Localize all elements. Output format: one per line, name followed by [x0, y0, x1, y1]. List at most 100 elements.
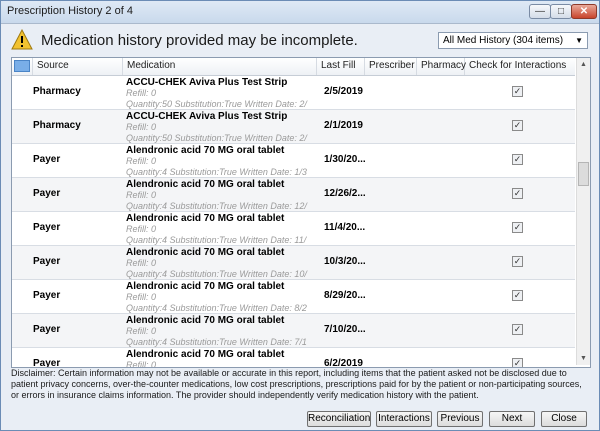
- table-row[interactable]: Payer Alendronic acid 70 MG oral tablet Re…: [12, 178, 575, 212]
- column-medication[interactable]: Medication: [123, 58, 317, 75]
- medication-details: Quantity:50 Substitution:True Written Da…: [126, 99, 307, 109]
- row-last-fill: 8/29/20...: [324, 290, 366, 301]
- interaction-checkbox[interactable]: ✓: [512, 120, 523, 131]
- table-row[interactable]: Payer Alendronic acid 70 MG oral tablet Re…: [12, 246, 575, 280]
- row-last-fill: 1/30/20...: [324, 154, 366, 165]
- close-window-button[interactable]: ✕: [571, 4, 597, 19]
- select-all-icon: [14, 60, 30, 72]
- row-medication: Alendronic acid 70 MG oral tablet Refill:…: [126, 212, 312, 246]
- row-medication: Alendronic acid 70 MG oral tablet Refill:…: [126, 314, 312, 348]
- row-last-fill: 7/10/20...: [324, 324, 366, 335]
- row-medication: Alendronic acid 70 MG oral tablet Refill:…: [126, 280, 312, 314]
- medication-details: Quantity:4 Substitution:True Written Dat…: [126, 201, 307, 211]
- medication-details: Quantity:4 Substitution:True Written Dat…: [126, 235, 307, 245]
- row-last-fill: 12/26/2...: [324, 188, 366, 199]
- column-check-interactions[interactable]: Check for Interactions: [465, 58, 575, 75]
- interactions-button[interactable]: Interactions: [376, 411, 432, 427]
- row-last-fill: 11/4/20...: [324, 222, 366, 233]
- medication-name: ACCU-CHEK Aviva Plus Test Strip: [126, 111, 288, 122]
- column-last-fill[interactable]: Last Fill: [317, 58, 365, 75]
- column-prescriber[interactable]: Prescriber: [365, 58, 417, 75]
- window-title: Prescription History 2 of 4: [7, 5, 133, 17]
- close-button[interactable]: Close: [541, 411, 587, 427]
- table-row[interactable]: Pharmacy ACCU-CHEK Aviva Plus Test Strip R…: [12, 76, 575, 110]
- chevron-down-icon: ▼: [575, 36, 583, 45]
- medication-refill: Refill: 0: [126, 326, 157, 336]
- medication-refill: Refill: 0: [126, 224, 157, 234]
- scroll-down-icon[interactable]: ▼: [577, 352, 590, 365]
- interaction-checkbox[interactable]: ✓: [512, 256, 523, 267]
- table-row[interactable]: Payer Alendronic acid 70 MG oral tablet Re…: [12, 348, 575, 368]
- disclaimer-text: Disclaimer: Certain information may not …: [11, 368, 582, 400]
- row-medication: Alendronic acid 70 MG oral tablet Refill:…: [126, 178, 312, 212]
- medication-name: Alendronic acid 70 MG oral tablet: [126, 145, 285, 156]
- row-last-fill: 2/5/2019: [324, 86, 363, 97]
- row-source: Payer: [33, 324, 61, 335]
- row-source: Payer: [33, 256, 61, 267]
- row-source: Pharmacy: [33, 120, 81, 131]
- row-source: Payer: [33, 290, 61, 301]
- medication-name: Alendronic acid 70 MG oral tablet: [126, 247, 285, 258]
- medication-refill: Refill: 0: [126, 292, 157, 302]
- minimize-button[interactable]: —: [529, 4, 551, 19]
- medication-details: Quantity:4 Substitution:True Written Dat…: [126, 269, 307, 279]
- table-row[interactable]: Payer Alendronic acid 70 MG oral tablet Re…: [12, 144, 575, 178]
- scroll-thumb[interactable]: [578, 162, 589, 186]
- row-source: Payer: [33, 222, 61, 233]
- column-pharmacy[interactable]: Pharmacy: [417, 58, 466, 75]
- select-all-header[interactable]: [12, 58, 33, 75]
- medication-details: Quantity:4 Substitution:True Written Dat…: [126, 303, 307, 313]
- min-icon: —: [535, 6, 545, 17]
- interaction-checkbox[interactable]: ✓: [512, 290, 523, 301]
- next-button[interactable]: Next: [489, 411, 535, 427]
- interaction-checkbox[interactable]: ✓: [512, 188, 523, 199]
- warning-text: Medication history provided may be incom…: [41, 32, 358, 49]
- interaction-checkbox[interactable]: ✓: [512, 222, 523, 233]
- reconciliation-button[interactable]: Reconciliation: [307, 411, 371, 427]
- medication-details: Quantity:50 Substitution:True Written Da…: [126, 133, 307, 143]
- vertical-scrollbar[interactable]: ▲ ▼: [576, 58, 590, 365]
- row-medication: Alendronic acid 70 MG oral tablet Refill:…: [126, 246, 312, 280]
- interaction-checkbox[interactable]: ✓: [512, 358, 523, 367]
- interaction-checkbox[interactable]: ✓: [512, 154, 523, 165]
- row-medication: Alendronic acid 70 MG oral tablet Refill:…: [126, 348, 312, 368]
- column-source[interactable]: Source: [33, 58, 123, 75]
- medication-grid: Source Medication Last Fill Prescriber P…: [11, 57, 591, 368]
- row-medication: Alendronic acid 70 MG oral tablet Refill:…: [126, 144, 312, 178]
- previous-button[interactable]: Previous: [437, 411, 483, 427]
- row-medication: ACCU-CHEK Aviva Plus Test Strip Refill: 0…: [126, 76, 312, 110]
- medication-name: Alendronic acid 70 MG oral tablet: [126, 281, 285, 292]
- row-last-fill: 10/3/20...: [324, 256, 366, 267]
- medication-name: Alendronic acid 70 MG oral tablet: [126, 349, 285, 360]
- row-last-fill: 6/2/2019: [324, 358, 363, 368]
- medication-name: ACCU-CHEK Aviva Plus Test Strip: [126, 77, 288, 88]
- medication-refill: Refill: 0: [126, 88, 157, 98]
- medication-refill: Refill: 0: [126, 258, 157, 268]
- medication-details: Quantity:4 Substitution:True Written Dat…: [126, 167, 307, 177]
- title-bar: Prescription History 2 of 4 — □ ✕: [1, 1, 599, 24]
- medication-name: Alendronic acid 70 MG oral tablet: [126, 213, 285, 224]
- row-source: Payer: [33, 358, 61, 368]
- table-row[interactable]: Payer Alendronic acid 70 MG oral tablet Re…: [12, 314, 575, 348]
- row-source: Pharmacy: [33, 86, 81, 97]
- prescription-history-window: Prescription History 2 of 4 — □ ✕ Medica…: [0, 0, 600, 431]
- row-last-fill: 2/1/2019: [324, 120, 363, 131]
- table-row[interactable]: Pharmacy ACCU-CHEK Aviva Plus Test Strip R…: [12, 110, 575, 144]
- maximize-button[interactable]: □: [550, 4, 572, 19]
- grid-header: Source Medication Last Fill Prescriber P…: [12, 58, 575, 76]
- medication-details: Quantity:4 Substitution:True Written Dat…: [126, 337, 307, 347]
- interaction-checkbox[interactable]: ✓: [512, 86, 523, 97]
- warning-bar: Medication history provided may be incom…: [1, 24, 599, 56]
- warning-icon: [11, 29, 33, 50]
- history-filter-select[interactable]: All Med History (304 items) ▼: [438, 32, 588, 49]
- medication-name: Alendronic acid 70 MG oral tablet: [126, 315, 285, 326]
- table-row[interactable]: Payer Alendronic acid 70 MG oral tablet Re…: [12, 212, 575, 246]
- table-row[interactable]: Payer Alendronic acid 70 MG oral tablet Re…: [12, 280, 575, 314]
- close-icon: ✕: [579, 6, 589, 17]
- medication-refill: Refill: 0: [126, 122, 157, 132]
- medication-name: Alendronic acid 70 MG oral tablet: [126, 179, 285, 190]
- interaction-checkbox[interactable]: ✓: [512, 324, 523, 335]
- medication-refill: Refill: 0: [126, 360, 157, 368]
- medication-refill: Refill: 0: [126, 190, 157, 200]
- scroll-up-icon[interactable]: ▲: [577, 58, 590, 71]
